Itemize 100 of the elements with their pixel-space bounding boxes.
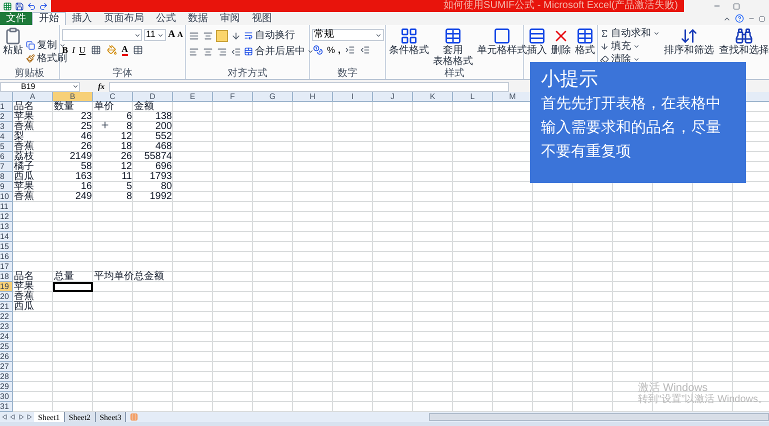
- row-header[interactable]: 7: [0, 162, 13, 172]
- format-painter-button[interactable]: 格式刷: [26, 52, 67, 65]
- paste-button[interactable]: 粘贴: [2, 27, 24, 56]
- column-header[interactable]: D: [133, 92, 173, 101]
- save-icon[interactable]: [15, 2, 24, 10]
- row-header[interactable]: 27: [0, 362, 13, 372]
- decrease-indent-button[interactable]: [230, 46, 242, 58]
- row-header[interactable]: 3: [0, 122, 13, 132]
- sheet-tab[interactable]: Sheet3: [96, 412, 126, 422]
- font-size-field[interactable]: 11: [144, 29, 166, 41]
- style-button[interactable]: 套用 表格格式: [432, 27, 474, 67]
- name-box[interactable]: B19: [0, 82, 80, 92]
- row-header[interactable]: 8: [0, 172, 13, 182]
- editing-button[interactable]: 查找和选择: [718, 27, 769, 56]
- ribbon-tab[interactable]: 插入: [66, 12, 98, 25]
- row-header[interactable]: 22: [0, 312, 13, 322]
- column-header[interactable]: B: [53, 92, 93, 101]
- row-header[interactable]: 21: [0, 302, 13, 312]
- sheet-tab[interactable]: Sheet2: [64, 412, 96, 422]
- row-header[interactable]: 10: [0, 192, 13, 202]
- row-header[interactable]: 18: [0, 272, 13, 282]
- column-header[interactable]: L: [453, 92, 493, 101]
- active-cell[interactable]: [53, 282, 93, 292]
- row-header[interactable]: 13: [0, 222, 13, 232]
- align-center-button[interactable]: [202, 46, 214, 58]
- row-header[interactable]: 15: [0, 242, 13, 252]
- wrap-text-button[interactable]: 自动换行: [244, 29, 295, 42]
- redo-icon[interactable]: [39, 2, 48, 10]
- grow-font-button[interactable]: A: [168, 30, 176, 40]
- row-header[interactable]: 14: [0, 232, 13, 242]
- ribbon-tab[interactable]: 页面布局: [98, 12, 150, 25]
- last-sheet-icon[interactable]: [26, 414, 32, 420]
- row-header[interactable]: 6: [0, 152, 13, 162]
- column-header[interactable]: F: [213, 92, 253, 101]
- sheet-tab[interactable]: Sheet1: [34, 412, 65, 422]
- comma-button[interactable]: ,: [338, 45, 341, 55]
- help-icon[interactable]: [735, 14, 744, 23]
- border-button[interactable]: [90, 44, 102, 56]
- ribbon-tab[interactable]: 视图: [246, 12, 278, 25]
- row-header[interactable]: 25: [0, 342, 13, 352]
- ribbon-tab[interactable]: 开始: [32, 12, 66, 25]
- shrink-font-button[interactable]: A: [177, 30, 184, 40]
- cells-button[interactable]: 删除: [550, 27, 572, 56]
- column-header[interactable]: G: [253, 92, 293, 101]
- undo-icon[interactable]: [27, 2, 36, 10]
- first-sheet-icon[interactable]: [2, 414, 8, 420]
- row-header[interactable]: 2: [0, 112, 13, 122]
- row-header[interactable]: 19: [0, 282, 13, 292]
- ribbon-tab[interactable]: 数据: [182, 12, 214, 25]
- horizontal-scrollbar[interactable]: [429, 413, 769, 421]
- number-format-field[interactable]: 常规: [312, 29, 384, 41]
- align-left-button[interactable]: [188, 46, 200, 58]
- maximize-icon[interactable]: [733, 2, 740, 10]
- column-header[interactable]: C: [93, 92, 133, 101]
- column-header[interactable]: I: [333, 92, 373, 101]
- editing-button[interactable]: 填充: [600, 40, 660, 53]
- row-header[interactable]: 28: [0, 372, 13, 382]
- row-header[interactable]: 17: [0, 262, 13, 272]
- font-color-button[interactable]: A: [122, 44, 128, 56]
- top-align-button[interactable]: [188, 30, 200, 42]
- restore-icon[interactable]: [759, 16, 765, 22]
- row-header[interactable]: 24: [0, 332, 13, 342]
- row-header[interactable]: 16: [0, 252, 13, 262]
- row-header[interactable]: 12: [0, 212, 13, 222]
- previous-sheet-icon[interactable]: [10, 414, 16, 420]
- row-header[interactable]: 20: [0, 292, 13, 302]
- style-button[interactable]: 条件格式: [388, 27, 430, 56]
- font-name-field[interactable]: [62, 29, 142, 41]
- row-header[interactable]: 26: [0, 352, 13, 362]
- row-header[interactable]: 30: [0, 392, 13, 402]
- row-header[interactable]: 4: [0, 132, 13, 142]
- fill-color-button[interactable]: [106, 44, 118, 56]
- editing-button[interactable]: 排序和筛选: [663, 27, 715, 56]
- underline-button[interactable]: U: [79, 45, 86, 55]
- row-header[interactable]: 23: [0, 322, 13, 332]
- merge-center-button[interactable]: 合并后居中: [244, 45, 314, 58]
- row-header[interactable]: 1: [0, 102, 13, 112]
- italic-button[interactable]: I: [72, 45, 76, 55]
- column-header[interactable]: E: [173, 92, 213, 101]
- row-header[interactable]: 9: [0, 182, 13, 192]
- cells-button[interactable]: 格式: [574, 27, 596, 56]
- orientation-button[interactable]: [230, 30, 242, 42]
- row-header[interactable]: 31: [0, 402, 13, 412]
- percent-button[interactable]: %: [327, 45, 336, 55]
- ribbon-tab[interactable]: 审阅: [214, 12, 246, 25]
- row-header[interactable]: 5: [0, 142, 13, 152]
- column-header[interactable]: K: [413, 92, 453, 101]
- column-header[interactable]: H: [293, 92, 333, 101]
- align-right-button[interactable]: [216, 46, 228, 58]
- column-header[interactable]: J: [373, 92, 413, 101]
- row-header[interactable]: 29: [0, 382, 13, 392]
- formula-field[interactable]: [108, 82, 509, 92]
- cells-button[interactable]: 插入: [526, 27, 548, 56]
- ribbon-tab[interactable]: 公式: [150, 12, 182, 25]
- style-button[interactable]: 单元格样式: [476, 27, 528, 56]
- ribbon-tab[interactable]: 文件: [0, 12, 32, 25]
- row-header[interactable]: 11: [0, 202, 13, 212]
- editing-button[interactable]: 自动求和: [600, 27, 660, 40]
- next-sheet-icon[interactable]: [18, 414, 24, 420]
- middle-align-button[interactable]: [202, 30, 214, 42]
